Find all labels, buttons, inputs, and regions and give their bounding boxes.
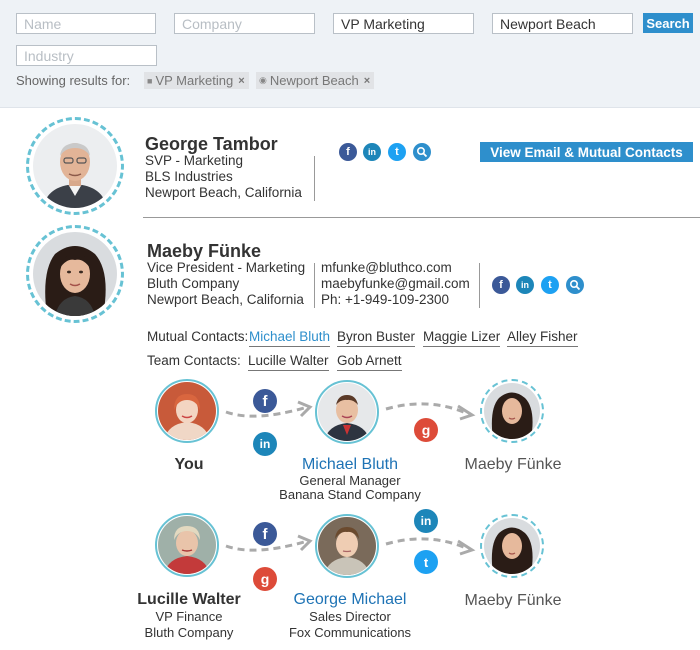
profile-name[interactable]: Maeby Fünke — [147, 241, 261, 262]
email-primary[interactable]: mfunke@bluthco.com — [321, 260, 452, 275]
filter-chip-label: Newport Beach — [269, 73, 359, 88]
divider — [314, 263, 315, 308]
industry-input[interactable] — [16, 45, 157, 66]
filter-chip-location: ◉ Newport Beach × — [256, 72, 375, 89]
team-contacts-label: Team Contacts: — [147, 353, 241, 368]
profile-photo — [33, 124, 117, 208]
mutual-contact-link[interactable]: Byron Buster — [337, 329, 416, 347]
location-input[interactable] — [492, 13, 633, 34]
profile-photo — [158, 382, 216, 440]
company-input[interactable] — [174, 13, 315, 34]
linkedin-icon[interactable]: in — [363, 143, 381, 161]
path-node-name: Maeby Fünke — [464, 592, 562, 609]
profile-photo — [484, 383, 540, 439]
mutual-contact-link[interactable]: Maggie Lizer — [423, 329, 501, 347]
path-node-company: Fox Communications — [288, 625, 412, 640]
search-panel: Search Showing results for: ■ VP Marketi… — [0, 0, 700, 108]
path-node-maeby-funke[interactable] — [480, 514, 544, 578]
twitter-icon[interactable]: t — [388, 143, 406, 161]
linkedin-icon[interactable]: in — [516, 276, 534, 294]
profile-location: Newport Beach, California — [145, 185, 302, 200]
team-contact-link[interactable]: Lucille Walter — [248, 353, 329, 371]
path-node-name[interactable]: Michael Bluth — [302, 456, 398, 474]
path-node-company: Banana Stand Company — [279, 487, 421, 502]
search-icon[interactable] — [566, 276, 584, 294]
facebook-icon[interactable]: f — [339, 143, 357, 161]
filter-chip-title: ■ VP Marketing × — [144, 72, 249, 89]
twitter-icon[interactable]: t — [541, 276, 559, 294]
path-node-you[interactable] — [155, 379, 219, 443]
profile-photo — [318, 517, 376, 575]
path-node-company: Bluth Company — [144, 625, 234, 640]
facebook-icon[interactable]: f — [492, 276, 510, 294]
path-node-name[interactable]: Lucille Walter — [137, 591, 240, 609]
profile-title: Vice President - Marketing — [147, 260, 306, 275]
view-email-button[interactable]: View Email & Mutual Contacts — [480, 142, 693, 162]
showing-results-label: Showing results for: — [16, 73, 131, 88]
path-node-name: Maeby Fünke — [464, 456, 562, 473]
linkedin-icon[interactable]: in — [253, 432, 277, 456]
mutual-contact-link[interactable]: Michael Bluth — [249, 329, 331, 347]
profile-company: BLS Industries — [145, 169, 233, 184]
profile-name[interactable]: George Tambor — [145, 134, 278, 155]
divider — [314, 156, 315, 201]
path-node-title: Sales Director — [309, 609, 391, 624]
avatar[interactable] — [26, 225, 124, 323]
profile-photo — [318, 383, 376, 441]
facebook-icon[interactable]: f — [253, 522, 277, 546]
tag-icon: ■ — [147, 75, 153, 86]
profile-location: Newport Beach, California — [147, 292, 304, 307]
path-node-title: General Manager — [299, 473, 401, 488]
twitter-icon[interactable]: t — [414, 550, 438, 574]
name-input[interactable] — [16, 13, 156, 34]
facebook-icon[interactable]: f — [253, 389, 277, 413]
path-node-maeby-funke[interactable] — [480, 379, 544, 443]
close-icon[interactable]: × — [238, 75, 244, 87]
divider — [143, 217, 700, 218]
phone-number[interactable]: Ph: +1-949-109-2300 — [321, 292, 449, 307]
location-pin-icon: ◉ — [259, 75, 267, 85]
path-node-lucille-walter[interactable] — [155, 513, 219, 577]
profile-company: Bluth Company — [147, 276, 240, 291]
profile-photo — [158, 516, 216, 574]
divider — [479, 263, 480, 308]
mutual-contact-link[interactable]: Alley Fisher — [507, 329, 578, 347]
close-icon[interactable]: × — [364, 75, 370, 87]
search-icon[interactable] — [413, 143, 431, 161]
path-node-title: VP Finance — [155, 609, 223, 624]
title-input[interactable] — [333, 13, 474, 34]
arrow-icon — [385, 402, 476, 421]
google-plus-icon[interactable]: g — [253, 567, 277, 591]
path-node-michael-bluth[interactable] — [315, 380, 379, 444]
search-button[interactable]: Search — [643, 13, 693, 33]
profile-title: SVP - Marketing — [145, 153, 244, 168]
profile-photo — [33, 232, 117, 316]
google-plus-icon[interactable]: g — [414, 418, 438, 442]
profile-photo — [484, 518, 540, 574]
team-contact-link[interactable]: Gob Arnett — [337, 353, 402, 371]
mutual-contacts-label: Mutual Contacts: — [147, 329, 249, 344]
avatar[interactable] — [26, 117, 124, 215]
filter-chip-label: VP Marketing — [155, 73, 234, 88]
email-secondary[interactable]: maebyfunke@gmail.com — [321, 276, 470, 291]
linkedin-icon[interactable]: in — [414, 509, 438, 533]
path-node-george-michael[interactable] — [315, 514, 379, 578]
path-node-name[interactable]: George Michael — [294, 591, 407, 609]
path-node-name: You — [174, 456, 204, 473]
